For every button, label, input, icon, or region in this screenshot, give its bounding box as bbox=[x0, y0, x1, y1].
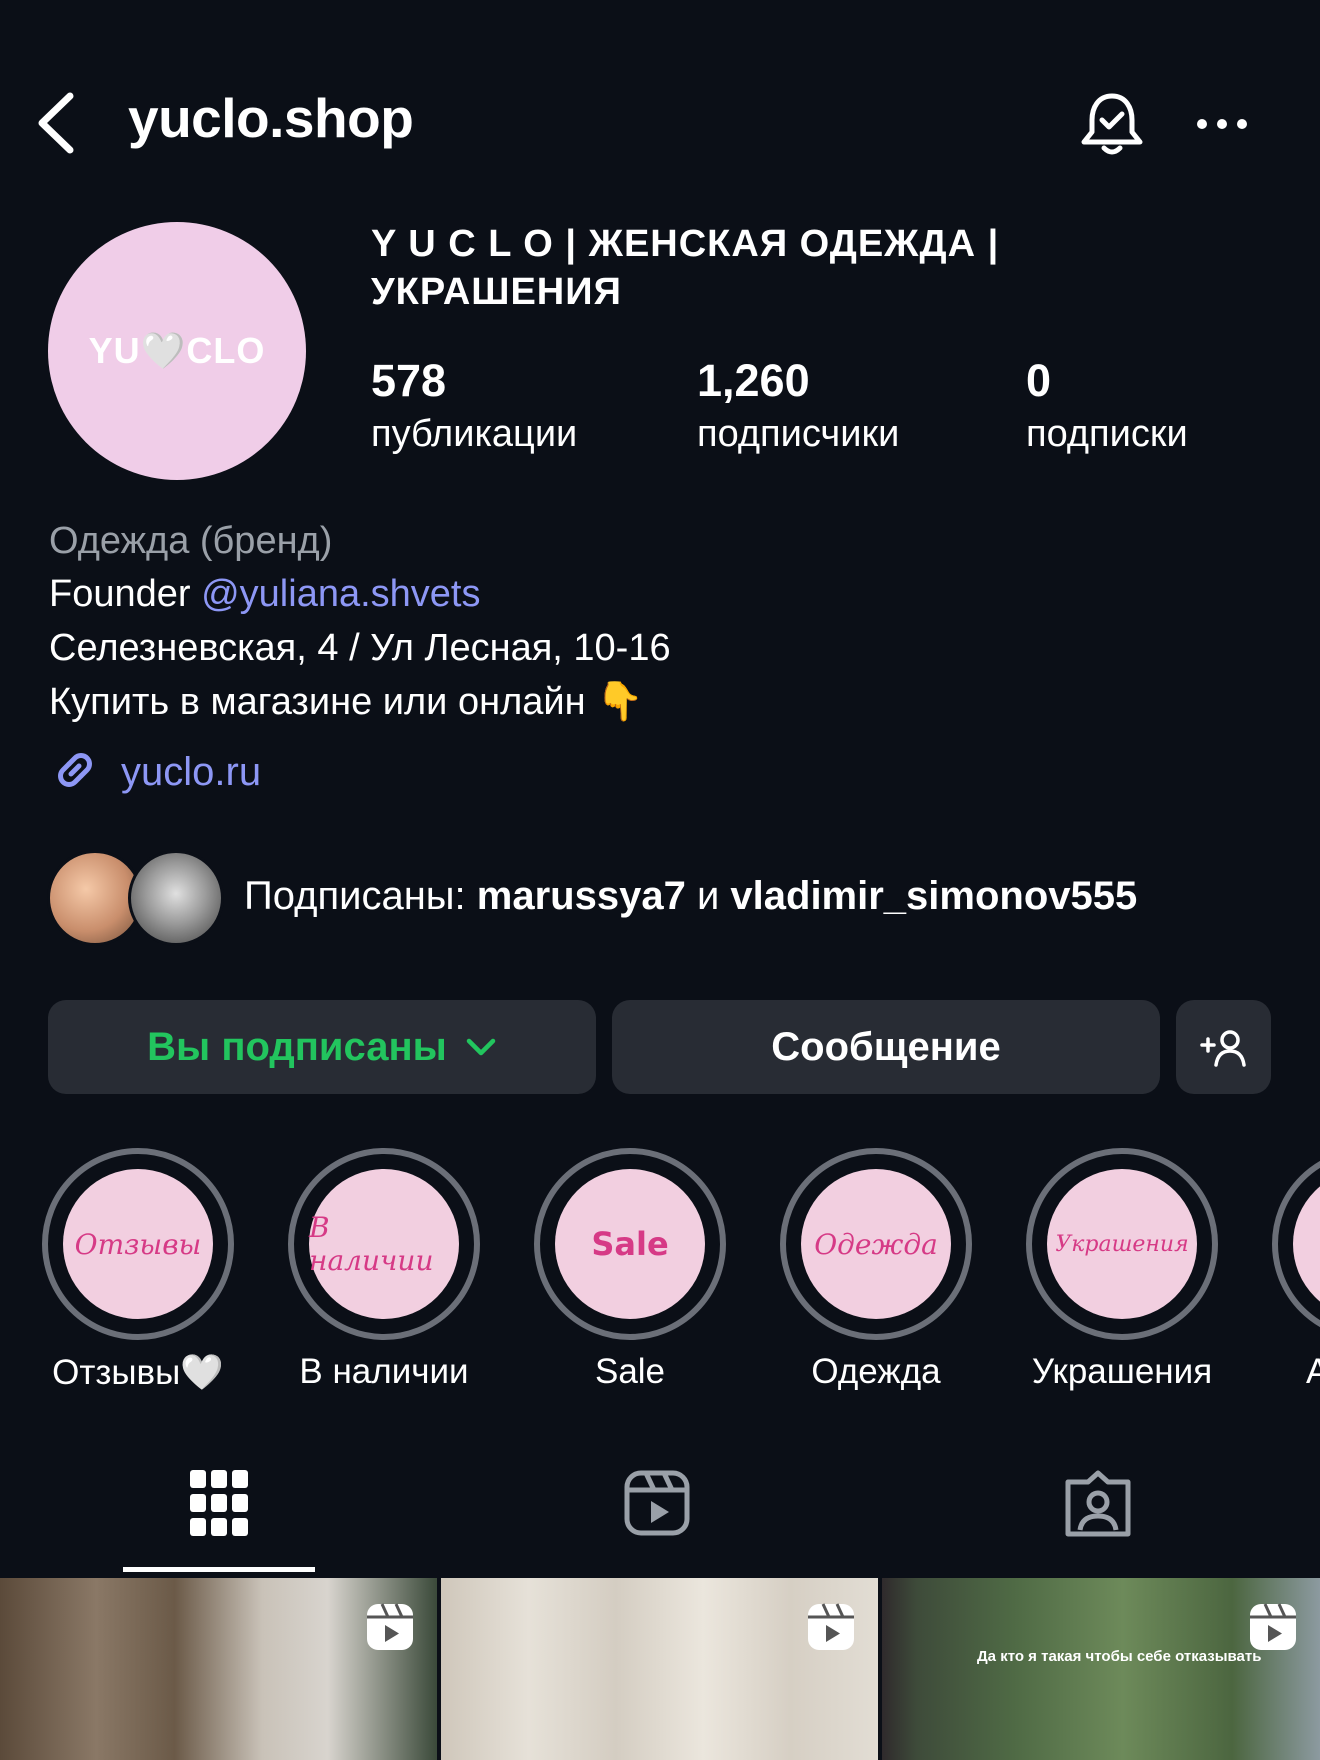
display-name: Y U C L O | ЖЕНСКАЯ ОДЕЖДА | УКРАШЕНИЯ bbox=[371, 223, 1000, 313]
founder-handle-link[interactable]: @yuliana.shvets bbox=[201, 573, 480, 615]
tagged-icon bbox=[1064, 1470, 1132, 1550]
stat-followers-label: подписчики bbox=[697, 413, 900, 455]
highlight-item[interactable]: В наличии В наличии bbox=[288, 1148, 480, 1398]
back-arrow-icon[interactable] bbox=[34, 88, 84, 158]
stat-posts-label: публикации bbox=[371, 413, 578, 455]
stat-followers[interactable]: 1,260 подписчики bbox=[697, 356, 899, 462]
followed-by-joiner: и bbox=[685, 874, 731, 918]
highlight-item[interactable]: Одежда Одежда bbox=[780, 1148, 972, 1398]
bio-address: Селезневская, 4 / Ул Лесная, 10-16 bbox=[49, 627, 671, 669]
highlight-ring bbox=[1272, 1148, 1320, 1340]
message-button-label: Сообщение bbox=[771, 1024, 1001, 1069]
highlight-label: Отзывы🤍 bbox=[52, 1353, 224, 1392]
add-person-button[interactable] bbox=[1176, 1000, 1271, 1094]
more-dots-icon[interactable] bbox=[1194, 100, 1250, 148]
avatar[interactable]: YU🤍CLO bbox=[48, 222, 306, 480]
link-icon bbox=[49, 744, 101, 801]
bio-category: Одежда (бренд) bbox=[49, 520, 333, 562]
reel-badge-icon bbox=[1248, 1602, 1298, 1652]
mutual-user-1: marussya7 bbox=[476, 874, 686, 918]
highlight-label: Sale bbox=[594, 1352, 666, 1391]
bio-cta: Купить в магазине или онлайн 👇 bbox=[49, 681, 644, 723]
page-title: yuclo.shop bbox=[128, 87, 414, 149]
highlight-label: Одежда bbox=[811, 1352, 941, 1391]
highlight-ring: В наличии bbox=[288, 1148, 480, 1340]
highlight-ring: Sale bbox=[534, 1148, 726, 1340]
following-button[interactable]: Вы подписаны bbox=[48, 1000, 596, 1094]
tab-posts-grid[interactable] bbox=[139, 1470, 299, 1550]
stat-following-count: 0 bbox=[1026, 355, 1052, 406]
followed-by-text[interactable]: Подписаны: marussya7 и vladimir_simonov5… bbox=[244, 874, 1137, 919]
highlight-item[interactable]: Украшения Украшения bbox=[1026, 1148, 1218, 1398]
reel-badge-icon bbox=[365, 1602, 415, 1652]
mutual-user-2: vladimir_simonov555 bbox=[730, 874, 1138, 918]
post-thumbnail[interactable]: Да кто я такая чтобы себе отказывать bbox=[882, 1578, 1320, 1760]
avatar-logo: YU🤍CLO bbox=[88, 330, 266, 371]
highlight-ring: Одежда bbox=[780, 1148, 972, 1340]
highlight-label: Украшения bbox=[1031, 1352, 1213, 1391]
highlight-cover: Украшения bbox=[1047, 1169, 1197, 1319]
reel-badge-icon bbox=[806, 1602, 856, 1652]
post-caption-overlay: Да кто я такая чтобы себе отказывать bbox=[977, 1648, 1262, 1665]
chevron-down-icon bbox=[465, 1037, 497, 1057]
post-thumbnail[interactable] bbox=[441, 1578, 878, 1760]
bio-founder-prefix: Founder bbox=[49, 573, 202, 615]
mutual-follower-avatar[interactable] bbox=[128, 850, 224, 946]
highlight-cover: Одежда bbox=[801, 1169, 951, 1319]
tab-tagged[interactable] bbox=[1018, 1470, 1178, 1550]
highlight-ring: Украшения bbox=[1026, 1148, 1218, 1340]
following-button-label: Вы подписаны bbox=[147, 1024, 447, 1069]
post-thumbnail[interactable] bbox=[0, 1578, 437, 1760]
tab-reels[interactable] bbox=[577, 1470, 737, 1550]
highlight-cover: В наличии bbox=[309, 1169, 459, 1319]
highlight-cover: Sale bbox=[555, 1169, 705, 1319]
website-link[interactable]: yuclo.ru bbox=[49, 746, 261, 798]
active-tab-indicator bbox=[123, 1567, 315, 1572]
highlight-item-partial[interactable]: А bbox=[1272, 1148, 1320, 1398]
reels-icon bbox=[624, 1470, 690, 1550]
highlight-item[interactable]: Отзывы Отзывы🤍 bbox=[42, 1148, 234, 1398]
highlight-ring: Отзывы bbox=[42, 1148, 234, 1340]
highlight-cover: Отзывы bbox=[63, 1169, 213, 1319]
stat-following-label: подписки bbox=[1026, 413, 1188, 455]
add-person-icon bbox=[1199, 1027, 1248, 1067]
highlight-label: В наличии bbox=[299, 1352, 469, 1391]
stat-posts[interactable]: 578 публикации bbox=[371, 356, 577, 462]
bell-check-icon[interactable] bbox=[1078, 88, 1146, 158]
bio-founder: Founder @yuliana.shvets bbox=[49, 571, 480, 617]
highlight-cover bbox=[1293, 1169, 1320, 1319]
message-button[interactable]: Сообщение bbox=[612, 1000, 1160, 1094]
stat-posts-count: 578 bbox=[371, 355, 447, 406]
website-link-text: yuclo.ru bbox=[121, 749, 262, 794]
followed-by-prefix: Подписаны: bbox=[244, 874, 477, 918]
stat-following[interactable]: 0 подписки bbox=[1026, 356, 1188, 462]
highlight-label: А bbox=[1306, 1352, 1320, 1391]
grid-icon bbox=[190, 1470, 248, 1550]
stat-followers-count: 1,260 bbox=[697, 355, 810, 406]
highlight-item[interactable]: Sale Sale bbox=[534, 1148, 726, 1398]
